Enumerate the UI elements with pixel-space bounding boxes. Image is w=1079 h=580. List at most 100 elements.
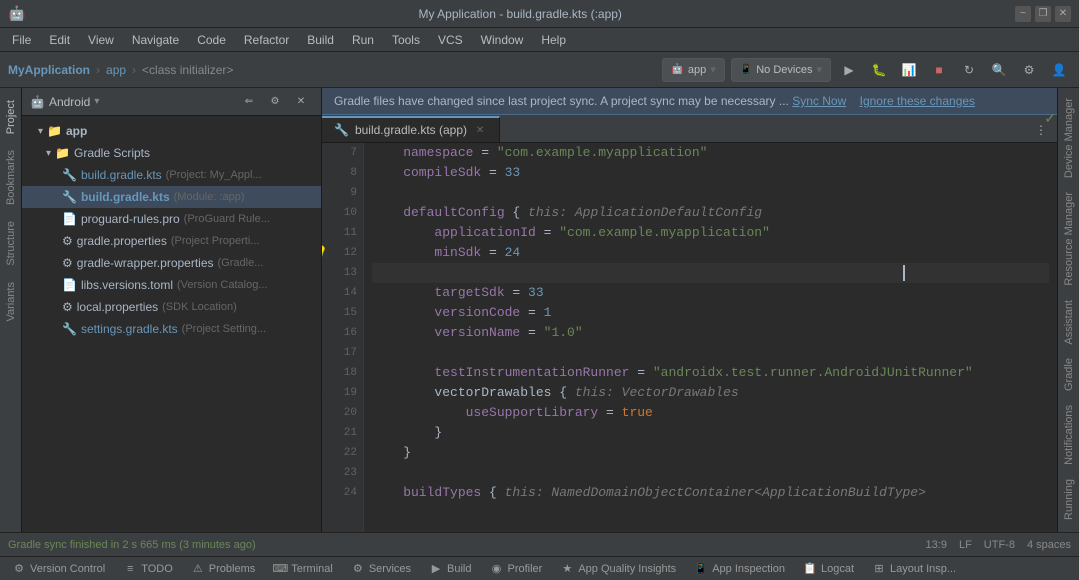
tree-item-gradle-scripts[interactable]: ▾ 📁 Gradle Scripts [22,142,321,164]
module-name[interactable]: app [106,63,126,77]
bookmarks-tab[interactable]: Bookmarks [2,142,20,213]
project-header: 🤖 Android ▾ ⇐ ⚙ ✕ [22,88,321,116]
code-line-14: targetSdk = 33 [372,283,1049,303]
layout-icon: ⊞ [872,562,886,576]
toml-file-icon: 📄 [62,278,77,292]
line-ending: LF [959,539,972,551]
no-devices-dropdown[interactable]: 📱 No Devices ▾ [731,58,831,82]
settings-button[interactable]: ⚙ [1017,58,1041,82]
notifications-tab[interactable]: Notifications [1061,399,1077,471]
tree-item-build-gradle-project[interactable]: 🔧 build.gradle.kts (Project: My_Appl... [22,164,321,186]
services-btn[interactable]: ⚙ Services [343,558,419,580]
version-control-btn[interactable]: ⚙ Version Control [4,558,113,580]
tree-item-local-properties[interactable]: ⚙ local.properties (SDK Location) [22,296,321,318]
menu-item-tools[interactable]: Tools [384,31,428,49]
tree-item-libs-versions[interactable]: 📄 libs.versions.toml (Version Catalog... [22,274,321,296]
line-24: 24 [328,483,357,503]
menu-item-refactor[interactable]: Refactor [236,31,297,49]
line-numbers: 7 8 9 10 11 💡 12 13 14 15 16 17 18 ▸ 19 [322,143,364,532]
collapse-all-button[interactable]: ⇐ [237,90,261,114]
code-line-17 [372,343,1049,363]
left-side-tabs: Project Bookmarks Structure Variants [0,88,22,532]
status-message: Gradle sync finished in 2 s 665 ms (3 mi… [8,539,914,551]
running-tab[interactable]: Running [1061,473,1077,526]
tab-icon: 🔧 [334,123,349,137]
project-tab[interactable]: Project [2,92,20,142]
right-panels: Device Manager Resource Manager Assistan… [1057,88,1079,532]
android-chevron[interactable]: ▾ [94,96,99,107]
menu-item-vcs[interactable]: VCS [430,31,471,49]
menu-item-edit[interactable]: Edit [41,31,78,49]
problems-btn[interactable]: ⚠ Problems [183,558,263,580]
ignore-changes-link[interactable]: Ignore these changes [860,94,975,108]
project-name[interactable]: MyApplication [8,63,90,77]
tree-item-gradle-wrapper[interactable]: ⚙ gradle-wrapper.properties (Gradle... [22,252,321,274]
device-manager-tab[interactable]: Device Manager [1061,92,1077,184]
app-selector[interactable]: 🤖 app ▾ [662,58,724,82]
run-button[interactable]: ▶ [837,58,861,82]
structure-tab[interactable]: Structure [2,213,20,274]
folder-icon: 📁 [47,124,62,138]
app-quality-btn[interactable]: ★ App Quality Insights [552,558,684,580]
search-button[interactable]: 🔍 [987,58,1011,82]
tree-item-gradle-properties[interactable]: ⚙ gradle.properties (Project Properti... [22,230,321,252]
menu-item-file[interactable]: File [4,31,39,49]
tree-item-proguard[interactable]: 📄 proguard-rules.pro (ProGuard Rule... [22,208,321,230]
services-icon: ⚙ [351,562,365,576]
tree-item-build-gradle-module[interactable]: 🔧 build.gradle.kts (Module: :app) [22,186,321,208]
menu-item-help[interactable]: Help [533,31,574,49]
layout-inspector-btn[interactable]: ⊞ Layout Insp... [864,558,964,580]
gradle-tab[interactable]: Gradle [1061,352,1077,397]
fold-arrow[interactable]: ▸ [322,383,323,403]
tab-close-button[interactable]: ✕ [473,123,487,137]
build-btn[interactable]: ▶ Build [421,558,479,580]
code-line-11: applicationId = "com.example.myapplicati… [372,223,1049,243]
line-16: 16 [328,323,357,343]
close-button[interactable]: ✕ [1055,6,1071,22]
file-tree: ▾ 📁 app ▾ 📁 Gradle Scripts 🔧 build.gradl… [22,116,321,532]
android-label: Android [49,95,90,109]
line-22: 22 [328,443,357,463]
menu-item-navigate[interactable]: Navigate [124,31,187,49]
minimize-button[interactable]: − [1015,6,1031,22]
title-bar-left: 🤖 [8,5,25,22]
variants-tab[interactable]: Variants [2,274,20,330]
properties-icon: ⚙ [62,256,73,270]
user-button[interactable]: 👤 [1047,58,1071,82]
maximize-button[interactable]: ❐ [1035,6,1051,22]
resource-manager-tab[interactable]: Resource Manager [1061,186,1077,292]
title-bar-title: My Application - build.gradle.kts (:app) [419,7,622,21]
sync-button[interactable]: ↻ [957,58,981,82]
assistant-tab[interactable]: Assistant [1061,294,1077,351]
settings-tree-button[interactable]: ⚙ [263,90,287,114]
app-inspection-btn[interactable]: 📱 App Inspection [686,558,793,580]
bulb-icon[interactable]: 💡 [322,243,328,263]
build-gradle-tab[interactable]: 🔧 build.gradle.kts (app) ✕ [322,116,500,142]
line-13: 13 [328,263,357,283]
profile-button[interactable]: 📊 [897,58,921,82]
sync-now-link[interactable]: Sync Now [792,94,846,108]
menu-item-view[interactable]: View [80,31,122,49]
indent: 4 spaces [1027,539,1071,551]
code-line-18: testInstrumentationRunner = "androidx.te… [372,363,1049,383]
code-content[interactable]: namespace = "com.example.myapplication" … [364,143,1057,532]
todo-btn[interactable]: ≡ TODO [115,558,181,580]
menu-item-code[interactable]: Code [189,31,234,49]
line-12: 💡 12 [328,243,357,263]
tree-item-app[interactable]: ▾ 📁 app [22,120,321,142]
logcat-btn[interactable]: 📋 Logcat [795,558,862,580]
debug-button[interactable]: 🐛 [867,58,891,82]
profiler-icon: ◉ [490,562,504,576]
terminal-icon: ⌨ [273,562,287,576]
menu-item-run[interactable]: Run [344,31,382,49]
terminal-btn[interactable]: ⌨ Terminal [265,558,341,580]
close-panel-button[interactable]: ✕ [289,90,313,114]
stop-button[interactable]: ■ [927,58,951,82]
profiler-btn[interactable]: ◉ Profiler [482,558,551,580]
menu-item-window[interactable]: Window [473,31,532,49]
tree-item-settings-gradle[interactable]: 🔧 settings.gradle.kts (Project Setting..… [22,318,321,340]
encoding: UTF-8 [984,539,1015,551]
menu-item-build[interactable]: Build [299,31,342,49]
problems-icon: ⚠ [191,562,205,576]
notification-banner: Gradle files have changed since last pro… [322,88,1057,115]
